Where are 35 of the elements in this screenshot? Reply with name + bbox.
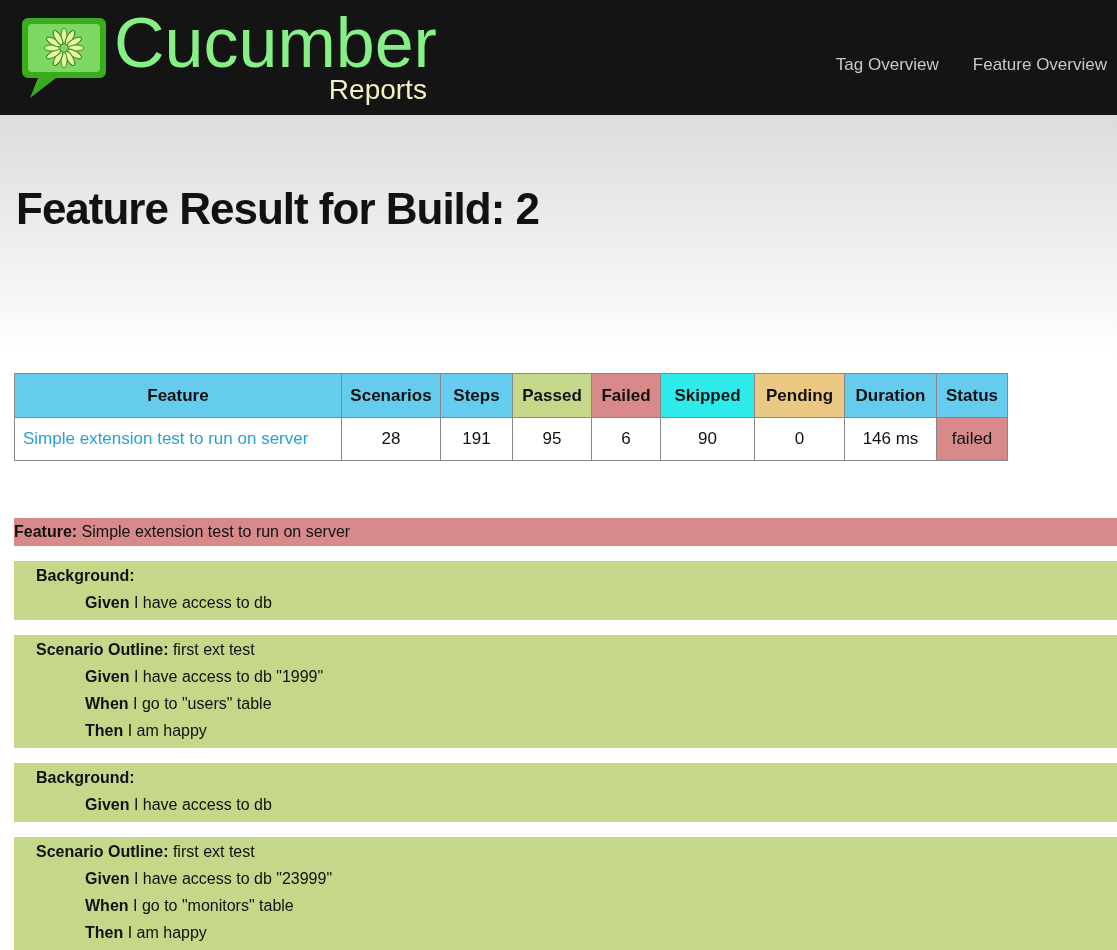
section-heading: Background: xyxy=(35,768,135,788)
nav-link[interactable]: Tag Overview xyxy=(835,52,939,78)
step-text: Given I have access to db xyxy=(84,795,273,815)
step-text: Given I have access to db "1999" xyxy=(84,667,325,687)
logo-subtitle: Reports xyxy=(328,75,427,104)
step-text: When I go to "users" table xyxy=(84,694,273,714)
section-heading: Background: xyxy=(35,566,135,586)
column-header: Status xyxy=(936,373,1008,418)
table-cell: 6 xyxy=(591,417,661,461)
table-cell: 191 xyxy=(440,417,513,461)
column-header: Steps xyxy=(440,373,513,418)
column-header: Failed xyxy=(591,373,661,418)
step-text: Given I have access to db xyxy=(84,593,273,613)
table-cell: 95 xyxy=(512,417,592,461)
table-cell: 146 ms xyxy=(844,417,937,461)
page-title: Feature Result for Build: 2 xyxy=(16,187,540,231)
step-text: Then I am happy xyxy=(84,923,208,943)
column-header: Skipped xyxy=(660,373,755,418)
status-cell: failed xyxy=(936,417,1008,461)
step-text: Then I am happy xyxy=(84,721,208,741)
section-heading: Scenario Outline: first ext test xyxy=(35,640,255,660)
column-header: Passed xyxy=(512,373,592,418)
feature-heading: Feature: Simple extension test to run on server xyxy=(14,518,1117,546)
column-header: Duration xyxy=(844,373,937,418)
nav-link[interactable]: Feature Overview xyxy=(972,52,1107,78)
column-header: Scenarios xyxy=(341,373,441,418)
step-text: When I go to "monitors" table xyxy=(84,896,295,916)
step-text: Given I have access to db "23999" xyxy=(84,869,334,889)
column-header: Pending xyxy=(754,373,845,418)
logo-title: Cucumber xyxy=(114,7,437,78)
table-cell: 0 xyxy=(754,417,845,461)
section-heading: Scenario Outline: first ext test xyxy=(35,842,255,862)
column-header: Feature xyxy=(14,373,342,418)
table-cell: 90 xyxy=(660,417,755,461)
table-cell: 28 xyxy=(341,417,441,461)
